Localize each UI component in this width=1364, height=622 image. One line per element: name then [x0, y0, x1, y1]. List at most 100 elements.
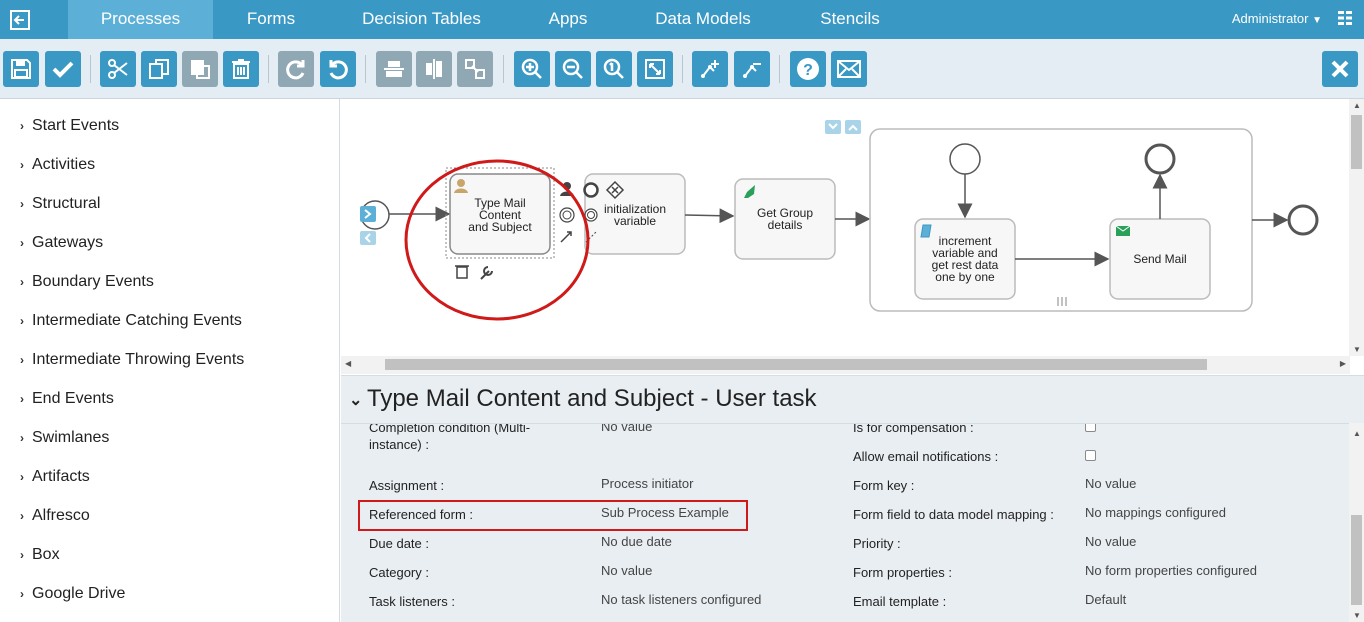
- validate-icon[interactable]: [45, 51, 81, 87]
- chevron-right-icon: ›: [20, 197, 24, 211]
- toolbar-divider: [503, 55, 504, 83]
- bend-point-remove-icon[interactable]: [734, 51, 770, 87]
- app-grid-icon[interactable]: [1338, 11, 1352, 25]
- sub-process-end-event[interactable]: [1144, 143, 1176, 175]
- property-value[interactable]: No value: [601, 424, 652, 435]
- property-value[interactable]: Process initiator: [601, 475, 693, 492]
- delete-shape-icon[interactable]: [455, 265, 469, 279]
- task-label-line: and Subject: [468, 220, 532, 234]
- same-size-icon[interactable]: [457, 51, 493, 87]
- palette-group-label: Box: [32, 546, 60, 563]
- quick-boundary-event-icon[interactable]: [584, 208, 598, 222]
- align-vertical-icon[interactable]: [416, 51, 452, 87]
- scroll-left-icon[interactable]: ◀: [345, 359, 351, 368]
- undo-icon[interactable]: [320, 51, 356, 87]
- scroll-down-icon[interactable]: ▼: [1353, 345, 1361, 354]
- properties-vertical-scrollbar[interactable]: ▲ ▼: [1349, 423, 1364, 622]
- palette-group-intermediate-throwing-events[interactable]: › Intermediate Throwing Events: [20, 350, 244, 370]
- task-send-mail[interactable]: Send Mail: [1109, 218, 1211, 300]
- paste-icon[interactable]: [182, 51, 218, 87]
- end-event[interactable]: [1287, 204, 1319, 236]
- property-value[interactable]: No task listeners configured: [601, 591, 761, 608]
- cut-icon[interactable]: [100, 51, 136, 87]
- palette-group-start-events[interactable]: › Start Events: [20, 116, 119, 136]
- palette-group-alfresco[interactable]: › Alfresco: [20, 506, 90, 526]
- tab-processes[interactable]: Processes: [68, 0, 213, 39]
- canvas-horizontal-scrollbar[interactable]: ◀ ▶: [341, 356, 1350, 374]
- task-initialization-variable[interactable]: initialization variable: [584, 173, 686, 255]
- zoom-in-icon[interactable]: [514, 51, 550, 87]
- task-increment-variable[interactable]: increment variable and get rest data one…: [914, 218, 1016, 300]
- palette-group-swimlanes[interactable]: › Swimlanes: [20, 428, 109, 448]
- copy-icon[interactable]: [141, 51, 177, 87]
- property-value[interactable]: No form properties configured: [1085, 562, 1257, 579]
- close-icon[interactable]: [1322, 51, 1358, 87]
- collapse-diagram-icon[interactable]: [825, 120, 841, 134]
- help-icon[interactable]: ?: [790, 51, 826, 87]
- wrench-icon[interactable]: [480, 266, 493, 280]
- palette-group-end-events[interactable]: › End Events: [20, 389, 114, 409]
- scrollbar-thumb[interactable]: [1351, 115, 1362, 169]
- scroll-up-icon[interactable]: ▲: [1353, 429, 1361, 438]
- scrollbar-thumb[interactable]: [1351, 515, 1362, 605]
- palette-group-label: Google Drive: [32, 585, 126, 602]
- tab-apps[interactable]: Apps: [530, 0, 606, 39]
- diagram-canvas[interactable]: initialization variable Type Mail Conten…: [341, 99, 1364, 375]
- sub-process-start-event[interactable]: [949, 143, 981, 175]
- property-label: Assignment :: [369, 478, 445, 493]
- task-get-group-details[interactable]: Get Group details: [734, 178, 836, 260]
- property-value[interactable]: Default: [1085, 591, 1126, 608]
- task-label-line: details: [768, 218, 803, 232]
- palette-group-box[interactable]: › Box: [20, 545, 60, 565]
- canvas-vertical-scrollbar[interactable]: ▲ ▼: [1349, 99, 1364, 356]
- save-icon[interactable]: [3, 51, 39, 87]
- start-event-expand-icon[interactable]: [360, 206, 376, 222]
- palette-group-gateways[interactable]: › Gateways: [20, 233, 103, 253]
- scroll-up-icon[interactable]: ▲: [1353, 101, 1361, 110]
- toolbar-divider: [90, 55, 91, 83]
- sequence-flow[interactable]: [684, 208, 735, 224]
- tab-stencils[interactable]: Stencils: [805, 0, 895, 39]
- chevron-right-icon: ›: [20, 509, 24, 523]
- palette-group-artifacts[interactable]: › Artifacts: [20, 467, 90, 487]
- editor-toolbar: ?: [0, 39, 1364, 99]
- palette-group-boundary-events[interactable]: › Boundary Events: [20, 272, 154, 292]
- task-type-mail-content-and-subject[interactable]: Type Mail Content and Subject: [449, 173, 551, 255]
- quick-end-event-icon[interactable]: [583, 182, 599, 198]
- properties-header[interactable]: ⌄ Type Mail Content and Subject - User t…: [341, 375, 1364, 423]
- feedback-icon[interactable]: [831, 51, 867, 87]
- scroll-down-icon[interactable]: ▼: [1353, 611, 1361, 620]
- toolbar-divider: [779, 55, 780, 83]
- expand-diagram-icon[interactable]: [845, 120, 861, 134]
- chevron-down-icon[interactable]: ⌄: [349, 390, 362, 410]
- property-value[interactable]: No due date: [601, 533, 672, 550]
- bend-point-add-icon[interactable]: [692, 51, 728, 87]
- property-value[interactable]: No value: [1085, 475, 1136, 492]
- align-horizontal-icon[interactable]: [376, 51, 412, 87]
- tab-forms[interactable]: Forms: [228, 0, 314, 39]
- tab-data-models[interactable]: Data Models: [640, 0, 766, 39]
- palette-group-google-drive[interactable]: › Google Drive: [20, 584, 125, 604]
- email-notifications-checkbox[interactable]: [1085, 450, 1096, 461]
- property-value[interactable]: No value: [1085, 533, 1136, 550]
- scrollbar-thumb[interactable]: [385, 359, 1207, 370]
- property-value[interactable]: No mappings configured: [1085, 504, 1226, 521]
- start-event-collapse-icon[interactable]: [360, 231, 376, 245]
- quick-connection-icon[interactable]: [560, 231, 572, 243]
- palette-group-intermediate-catching-events[interactable]: › Intermediate Catching Events: [20, 311, 242, 331]
- delete-icon[interactable]: [223, 51, 259, 87]
- property-label: Form key :: [853, 478, 915, 493]
- scroll-right-icon[interactable]: ▶: [1340, 359, 1346, 368]
- property-value[interactable]: No value: [601, 562, 652, 579]
- zoom-fit-icon[interactable]: [637, 51, 673, 87]
- user-menu[interactable]: Administrator ▼: [1232, 11, 1322, 26]
- tab-decision-tables[interactable]: Decision Tables: [350, 0, 493, 39]
- palette-group-activities[interactable]: › Activities: [20, 155, 95, 175]
- palette-group-structural[interactable]: › Structural: [20, 194, 100, 214]
- quick-intermediate-event-icon[interactable]: [559, 207, 575, 223]
- back-icon[interactable]: [8, 8, 32, 32]
- zoom-out-icon[interactable]: [555, 51, 591, 87]
- zoom-actual-icon[interactable]: [596, 51, 632, 87]
- redo-icon[interactable]: [278, 51, 314, 87]
- compensation-checkbox[interactable]: [1085, 424, 1096, 432]
